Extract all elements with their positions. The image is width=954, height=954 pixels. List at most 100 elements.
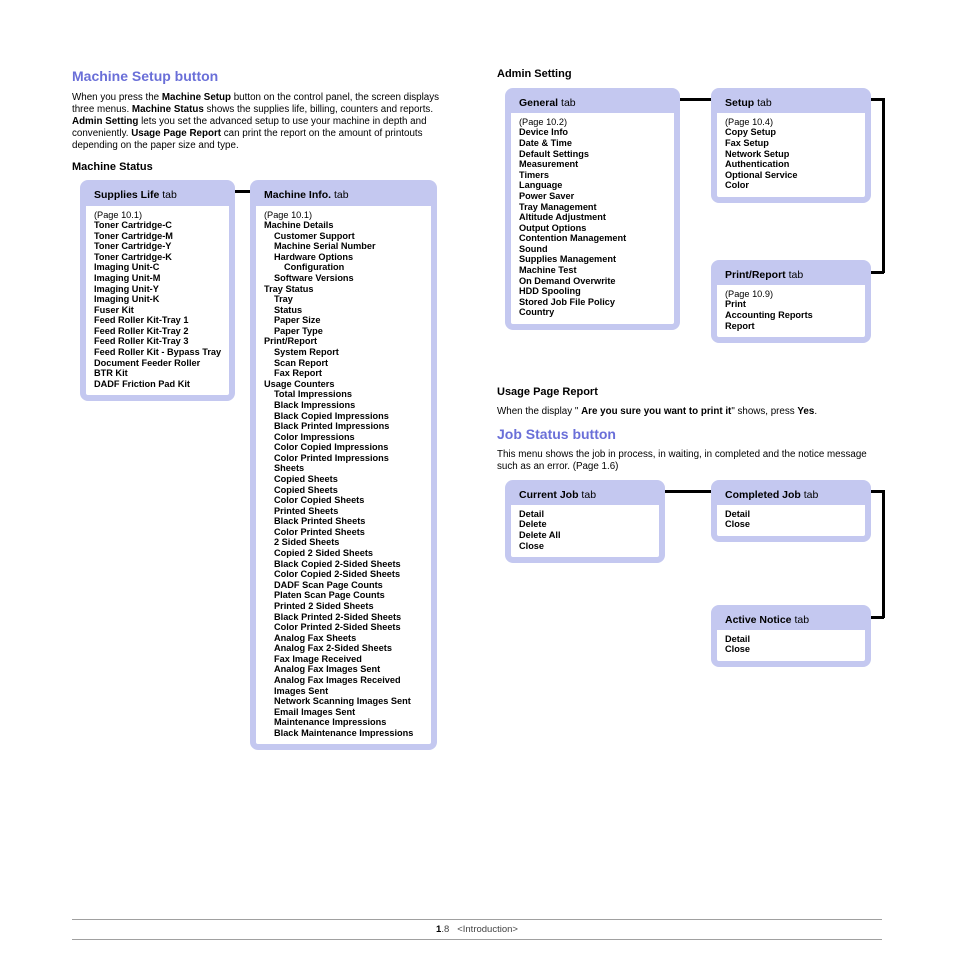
box-machine-info: Machine Info. tab (Page 10.1) Machine De… [250, 180, 437, 750]
list-item: Optional Service [725, 170, 857, 181]
list-item: DADF Friction Pad Kit [94, 379, 221, 390]
box-header: Active Notice tab [717, 611, 865, 630]
box-completed-job: Completed Job tab DetailClose [711, 480, 871, 542]
box-header: Current Job tab [511, 486, 659, 505]
list-item: Measurement [519, 159, 666, 170]
list-item: Black Impressions [264, 400, 423, 411]
list-item: Analog Fax Images Received [264, 675, 423, 686]
connector [675, 98, 711, 101]
list-item: Machine Serial Number [264, 241, 423, 252]
list-item: Device Info [519, 127, 666, 138]
list-item: Network Setup [725, 149, 857, 160]
list-item: Date & Time [519, 138, 666, 149]
list-item: Analog Fax Sheets [264, 633, 423, 644]
list-item: Black Copied 2-Sided Sheets [264, 559, 423, 570]
list-item: Status [264, 305, 423, 316]
list-item: Close [519, 541, 651, 552]
list-item: Color Printed 2-Sided Sheets [264, 622, 423, 633]
list-item: BTR Kit [94, 368, 221, 379]
list-item: Copy Setup [725, 127, 857, 138]
box-body: DetailClose [717, 505, 865, 536]
list-item: Toner Cartridge-K [94, 252, 221, 263]
list-item: Color Copied Impressions [264, 442, 423, 453]
connector [869, 616, 884, 619]
list-item: Customer Support [264, 231, 423, 242]
left-column: Machine Setup button When you press the … [72, 60, 457, 954]
list-item: Altitude Adjustment [519, 212, 666, 223]
list-item: Black Copied Impressions [264, 411, 423, 422]
list-item: Power Saver [519, 191, 666, 202]
box-header: Completed Job tab [717, 486, 865, 505]
list-item: Color Impressions [264, 432, 423, 443]
list-item: Fax Setup [725, 138, 857, 149]
box-body: (Page 10.1) Machine Details Customer Sup… [256, 206, 431, 745]
admin-setting-diagram: General tab (Page 10.2) Device InfoDate … [497, 88, 882, 378]
heading-machine-status: Machine Status [72, 161, 457, 175]
connector [869, 271, 884, 274]
list-item: Scan Report [264, 358, 423, 369]
box-setup: Setup tab (Page 10.4) Copy SetupFax Setu… [711, 88, 871, 203]
list-item: Paper Type [264, 326, 423, 337]
machine-status-diagram: Supplies Life tab (Page 10.1) Toner Cart… [72, 180, 457, 850]
list-item: Images Sent [264, 686, 423, 697]
box-body: DetailClose [717, 630, 865, 661]
list-item: Report [725, 321, 857, 332]
box-body: (Page 10.4) Copy SetupFax SetupNetwork S… [717, 113, 865, 197]
list-item: Software Versions [264, 273, 423, 284]
list-item: Black Printed Impressions [264, 421, 423, 432]
usage-page-report-text: When the display " Are you sure you want… [497, 406, 882, 418]
list-item: Print [725, 299, 857, 310]
box-body: (Page 10.2) Device InfoDate & TimeDefaul… [511, 113, 674, 324]
list-item: Timers [519, 170, 666, 181]
list-item: Black Maintenance Impressions [264, 728, 423, 739]
intro-paragraph: When you press the Machine Setup button … [72, 92, 457, 153]
list-item: Sound [519, 244, 666, 255]
list-item: Paper Size [264, 315, 423, 326]
box-header: Machine Info. tab [256, 186, 431, 205]
list-item: On Demand Overwrite [519, 276, 666, 287]
list-item: HDD Spooling [519, 286, 666, 297]
list-item: Machine Test [519, 265, 666, 276]
list-item: Imaging Unit-K [94, 294, 221, 305]
list-item: Email Images Sent [264, 707, 423, 718]
list-item: Close [725, 519, 857, 530]
list-item: Feed Roller Kit-Tray 3 [94, 336, 221, 347]
list-item: Configuration [264, 262, 423, 273]
list-item: Close [725, 644, 857, 655]
right-column: Admin Setting General tab (Page 10.2) De… [497, 60, 882, 954]
list-item: Accounting Reports [725, 310, 857, 321]
list-item: Fuser Kit [94, 305, 221, 316]
box-body: (Page 10.9) PrintAccounting ReportsRepor… [717, 285, 865, 337]
box-current-job: Current Job tab DetailDeleteDelete AllCl… [505, 480, 665, 563]
list-item: Detail [725, 509, 857, 520]
box-header: Supplies Life tab [86, 186, 229, 205]
heading-usage-page-report: Usage Page Report [497, 386, 882, 400]
box-body: DetailDeleteDelete AllClose [511, 505, 659, 557]
list-item: Black Printed 2-Sided Sheets [264, 612, 423, 623]
list-item: Contention Management [519, 233, 666, 244]
list-item: Color Printed Sheets [264, 527, 423, 538]
box-header: Setup tab [717, 94, 865, 113]
list-item: Supplies Management [519, 254, 666, 265]
box-active-notice: Active Notice tab DetailClose [711, 605, 871, 667]
list-item: Fax Report [264, 368, 423, 379]
list-item: Stored Job File Policy [519, 297, 666, 308]
page-footer: 1.8 <Introduction> [72, 919, 882, 940]
list-item: Fax Image Received [264, 654, 423, 665]
list-item: Feed Roller Kit-Tray 1 [94, 315, 221, 326]
list-item: Document Feeder Roller [94, 358, 221, 369]
list-item: Language [519, 180, 666, 191]
list-item: Total Impressions [264, 389, 423, 400]
connector [663, 490, 711, 493]
list-item: Imaging Unit-Y [94, 284, 221, 295]
list-item: DADF Scan Page Counts [264, 580, 423, 591]
box-body: (Page 10.1) Toner Cartridge-CToner Cartr… [86, 206, 229, 396]
list-item: Toner Cartridge-M [94, 231, 221, 242]
list-item: Color Printed Impressions [264, 453, 423, 464]
box-header: General tab [511, 94, 674, 113]
list-item: Default Settings [519, 149, 666, 160]
list-item: Sheets [264, 463, 423, 474]
list-item: Delete All [519, 530, 651, 541]
list-item: Detail [519, 509, 651, 520]
list-item: Delete [519, 519, 651, 530]
